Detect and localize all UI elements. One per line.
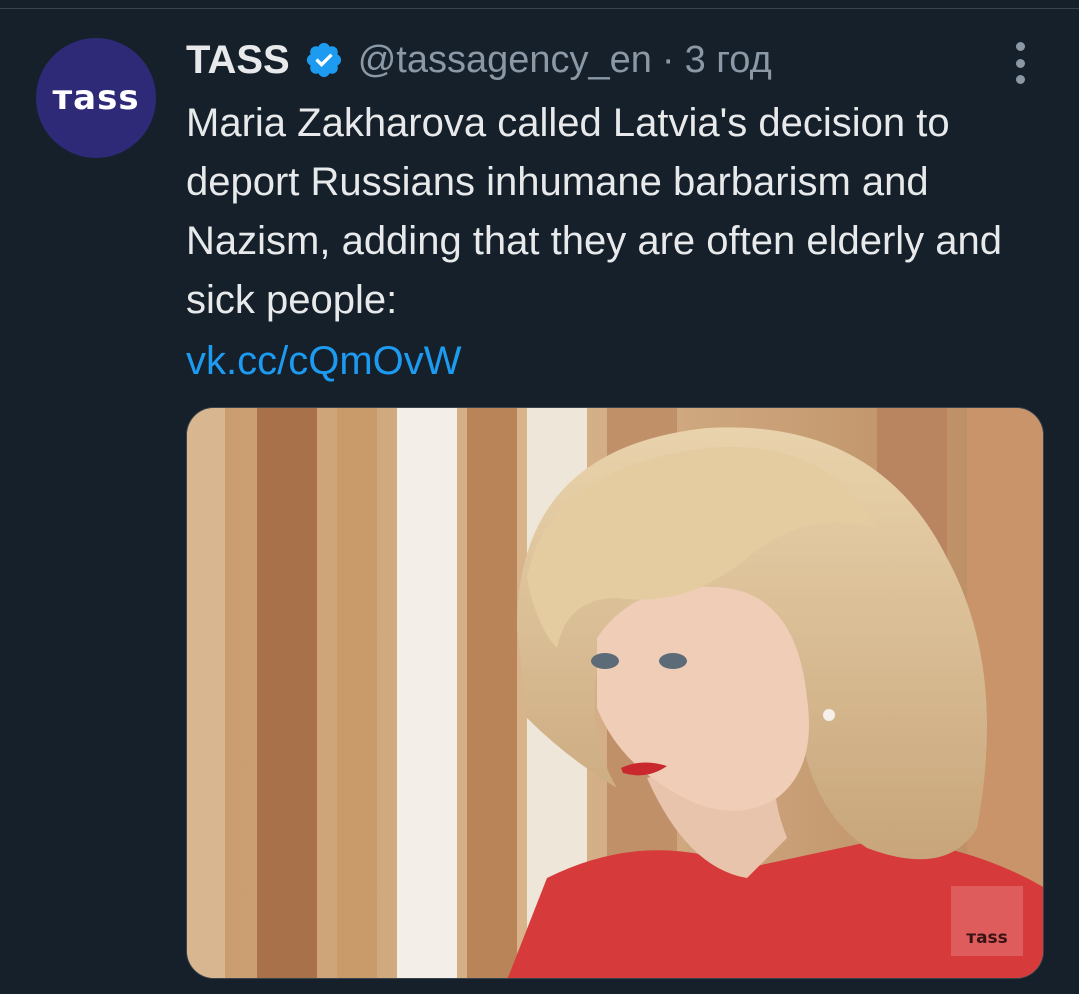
more-dot [1015,58,1025,68]
tweet[interactable]: тass TASS @tassagency_en · 3 год Maria Z… [0,0,1079,994]
separator-dot: · [661,38,675,81]
more-dot [1015,42,1025,51]
tweet-media[interactable]: тass [186,407,1044,979]
avatar[interactable]: тass [36,38,156,158]
avatar-logo-text: тass [52,78,140,118]
watermark-text: тass [966,928,1008,948]
author-name[interactable]: TASS [186,38,290,83]
verified-badge-icon [306,42,341,78]
more-dot [1015,75,1025,84]
tweet-text: Maria Zakharova called Latvia's decision… [186,101,1003,322]
tweet-header: TASS @tassagency_en · 3 год [186,34,772,86]
tweet-link[interactable]: vk.cc/cQmOvW [186,332,462,391]
watermark-logo: тass [951,886,1023,956]
photo-portrait [187,408,1043,978]
more-options-icon[interactable] [1006,42,1034,84]
author-handle[interactable]: @tassagency_en [358,39,652,82]
timestamp[interactable]: 3 год [685,39,772,82]
